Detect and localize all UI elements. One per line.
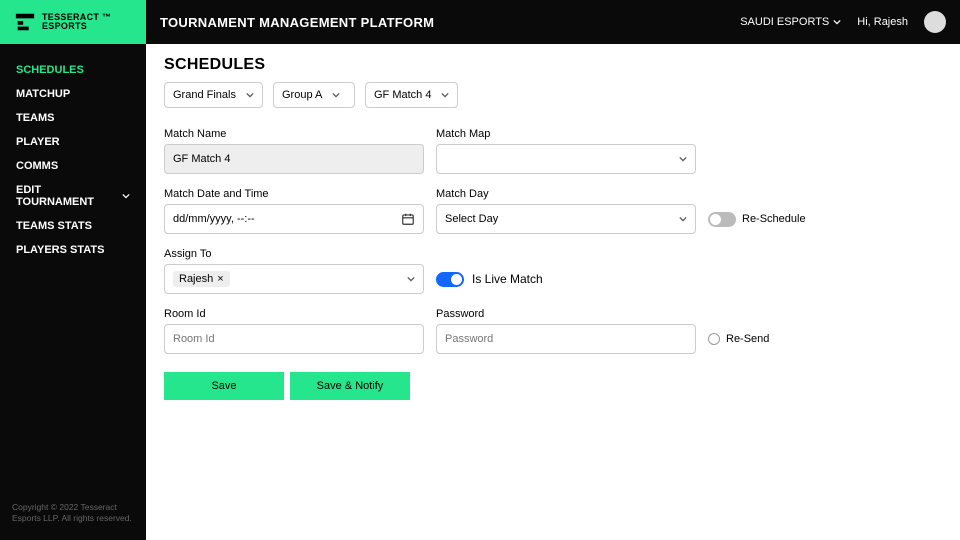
reschedule-label: Re-Schedule — [742, 213, 806, 225]
resend-label: Re-Send — [726, 333, 769, 345]
match-map-label: Match Map — [436, 128, 696, 140]
chevron-down-icon — [833, 18, 841, 26]
sidebar-item-player[interactable]: PLAYER — [0, 130, 146, 154]
topbar: TESSERACT ™ ESPORTS TOURNAMENT MANAGEMEN… — [0, 0, 960, 44]
tesseract-logo-icon — [14, 11, 36, 33]
chevron-down-icon — [441, 91, 449, 99]
password-label: Password — [436, 308, 696, 320]
schedule-form: Match Name GF Match 4 Match Map Match Da… — [164, 128, 942, 354]
sidebar-item-players-stats[interactable]: PLAYERS STATS — [0, 238, 146, 262]
resend-radio[interactable] — [708, 333, 720, 345]
sidebar-item-teams[interactable]: TEAMS — [0, 106, 146, 130]
chevron-down-icon — [407, 275, 415, 283]
room-id-label: Room Id — [164, 308, 424, 320]
sidebar-item-edit-tournament[interactable]: EDIT TOURNAMENT — [0, 178, 146, 214]
match-select[interactable]: GF Match 4 — [365, 82, 458, 108]
sidebar-item-teams-stats[interactable]: TEAMS STATS — [0, 214, 146, 238]
datetime-label: Match Date and Time — [164, 188, 424, 200]
org-dropdown[interactable]: SAUDI ESPORTS — [740, 16, 841, 28]
main-content: SCHEDULES Grand Finals Group A GF Match … — [146, 44, 960, 540]
sidebar: SCHEDULES MATCHUP TEAMS PLAYER COMMS EDI… — [0, 44, 146, 540]
assign-select[interactable]: Rajesh × — [164, 264, 424, 294]
sidebar-item-comms[interactable]: COMMS — [0, 154, 146, 178]
save-button[interactable]: Save — [164, 372, 284, 400]
copyright: Copyright © 2022 Tesseract Esports LLP. … — [0, 492, 146, 540]
user-greeting: Hi, Rajesh — [857, 16, 908, 28]
chip-remove-icon[interactable]: × — [217, 273, 223, 285]
stage-select[interactable]: Grand Finals — [164, 82, 263, 108]
chevron-down-icon — [246, 91, 254, 99]
datetime-input[interactable]: dd/mm/yyyy, --:-- — [164, 204, 424, 234]
filter-row: Grand Finals Group A GF Match 4 — [164, 82, 942, 108]
page-title: SCHEDULES — [164, 56, 942, 74]
match-name-input[interactable]: GF Match 4 — [164, 144, 424, 174]
avatar[interactable] — [924, 11, 946, 33]
save-notify-button[interactable]: Save & Notify — [290, 372, 410, 400]
reschedule-toggle[interactable]: Re-Schedule — [708, 204, 868, 234]
chevron-down-icon — [122, 192, 130, 200]
reschedule-switch[interactable] — [708, 212, 736, 227]
sidebar-item-schedules[interactable]: SCHEDULES — [0, 58, 146, 82]
day-select[interactable]: Select Day — [436, 204, 696, 234]
chevron-down-icon — [679, 155, 687, 163]
brand-logo[interactable]: TESSERACT ™ ESPORTS — [0, 0, 146, 44]
calendar-icon — [401, 212, 415, 226]
day-label: Match Day — [436, 188, 696, 200]
room-id-input[interactable] — [164, 324, 424, 354]
assign-chip: Rajesh × — [173, 271, 230, 287]
password-input[interactable] — [436, 324, 696, 354]
live-match-label: Is Live Match — [472, 272, 543, 286]
chevron-down-icon — [679, 215, 687, 223]
sidebar-item-matchup[interactable]: MATCHUP — [0, 82, 146, 106]
chevron-down-icon — [332, 91, 340, 99]
resend-option[interactable]: Re-Send — [708, 324, 868, 354]
assign-label: Assign To — [164, 248, 424, 260]
org-name: SAUDI ESPORTS — [740, 16, 829, 28]
live-match-switch[interactable] — [436, 272, 464, 287]
match-map-select[interactable] — [436, 144, 696, 174]
match-name-label: Match Name — [164, 128, 424, 140]
app-title: TOURNAMENT MANAGEMENT PLATFORM — [160, 15, 434, 30]
group-select[interactable]: Group A — [273, 82, 355, 108]
brand-text: TESSERACT ™ ESPORTS — [42, 13, 111, 32]
